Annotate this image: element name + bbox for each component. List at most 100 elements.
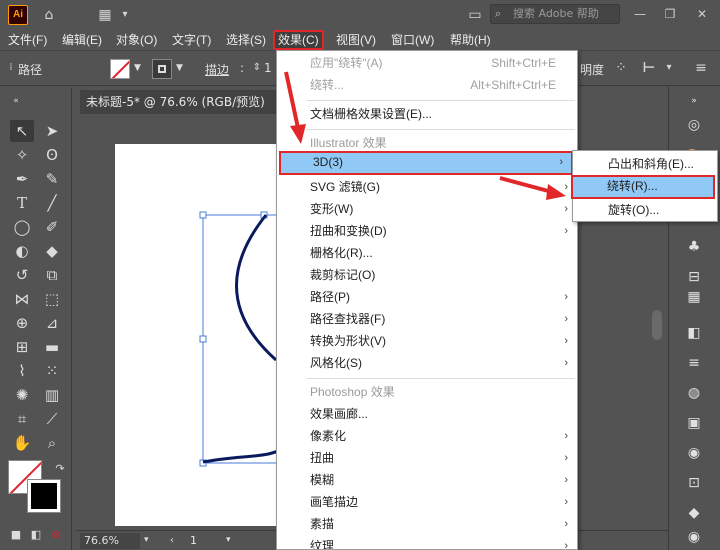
perspective-grid-tool-icon[interactable]: ⊿ (40, 312, 64, 334)
menu-stylize[interactable]: 风格化(S) › (278, 352, 576, 374)
menu-type[interactable]: 文字(T) (172, 30, 211, 50)
symbol-sprayer-tool-icon[interactable]: ✺ (10, 384, 34, 406)
pen-tool-icon[interactable]: ✒ (10, 168, 34, 190)
page-number[interactable]: 1 (190, 534, 197, 547)
menu-brush-strokes[interactable]: 画笔描边 › (278, 491, 576, 513)
layers-icon[interactable]: ▦ (683, 286, 705, 308)
menu-path[interactable]: 路径(P) › (278, 286, 576, 308)
zoom-field[interactable]: 76.6% (80, 533, 140, 549)
menu-help[interactable]: 帮助(H) (450, 30, 491, 50)
menu-extrude-bevel[interactable]: 凸出和斜角(E)... (574, 153, 716, 175)
blend-tool-icon[interactable]: ⁙ (40, 360, 64, 382)
artboards-icon[interactable]: ◉ (683, 526, 705, 548)
selection-tool-icon[interactable]: ↖ (10, 120, 34, 142)
chevron-down-icon[interactable]: ▾ (144, 535, 154, 545)
direct-selection-tool-icon[interactable]: ➤ (40, 120, 64, 142)
stack-icon[interactable]: ◆ (683, 502, 705, 524)
menu-svg-filters[interactable]: SVG 滤镜(G) › (278, 176, 576, 198)
menu-convert-to-shape[interactable]: 转换为形状(V) › (278, 330, 576, 352)
free-transform-tool-icon[interactable]: ⬚ (40, 288, 64, 310)
transform-icon[interactable]: ⊢ (640, 59, 658, 77)
restore-button[interactable]: ❐ (660, 4, 680, 24)
color-guide-icon[interactable]: ◎ (683, 114, 705, 136)
export-icon[interactable]: ⊡ (683, 472, 705, 494)
lasso-tool-icon[interactable]: ʘ (40, 144, 64, 166)
chevron-down-icon[interactable]: ▾ (116, 6, 134, 24)
hand-tool-icon[interactable]: ✋ (10, 432, 34, 454)
shaper-tool-icon[interactable]: ◐ (10, 240, 34, 262)
line-tool-icon[interactable]: ╱ (40, 192, 64, 214)
menu-sketch[interactable]: 素描 › (278, 513, 576, 535)
eyedropper-tool-icon[interactable]: ⌇ (10, 360, 34, 382)
document-tab[interactable]: 未标题-5* @ 76.6% (RGB/预览) (80, 90, 280, 114)
stroke-swatch[interactable] (27, 479, 61, 513)
menu-warp[interactable]: 变形(W) › (278, 198, 576, 220)
menu-document-raster-settings[interactable]: 文档栅格效果设置(E)... (278, 103, 576, 125)
align-icon[interactable]: ⁘ (612, 59, 630, 77)
appearance-icon[interactable]: ▣ (683, 412, 705, 434)
opacity-label[interactable]: 明度 (580, 61, 604, 78)
graphic-styles-icon[interactable]: ⊟ (683, 266, 705, 288)
menu-texture[interactable]: 纹理 › (278, 535, 576, 549)
transparency-icon[interactable]: ◍ (683, 382, 705, 404)
zoom-tool-icon[interactable]: ⌕ (40, 432, 64, 454)
eraser-tool-icon[interactable]: ◆ (40, 240, 64, 262)
chevron-down-icon[interactable]: ▾ (660, 59, 678, 77)
collapse-icon[interactable]: » (683, 90, 705, 112)
menu-crop-marks[interactable]: 裁剪标记(O) (278, 264, 576, 286)
collapse-icon[interactable]: « (4, 90, 28, 112)
stroke-color-swatch[interactable] (152, 59, 172, 79)
menu-select[interactable]: 选择(S) (226, 30, 266, 50)
curvature-tool-icon[interactable]: ✎ (40, 168, 64, 190)
chevron-down-icon[interactable]: ▼ (176, 63, 186, 73)
chevron-down-icon[interactable]: ▼ (134, 63, 144, 73)
paintbrush-tool-icon[interactable]: ✐ (40, 216, 64, 238)
workspace-layout-icon[interactable]: ▦ (96, 6, 114, 24)
ellipse-tool-icon[interactable]: ◯ (10, 216, 34, 238)
rotate-tool-icon[interactable]: ↺ (10, 264, 34, 286)
menu-blur[interactable]: 模糊 › (278, 469, 576, 491)
menu-3d[interactable]: 3D(3) › (279, 151, 573, 175)
shape-builder-tool-icon[interactable]: ⊕ (10, 312, 34, 334)
symbols-icon[interactable]: ♣ (683, 236, 705, 258)
arrange-documents-icon[interactable]: ▭ (466, 6, 484, 24)
close-button[interactable]: ✕ (692, 4, 712, 24)
home-icon[interactable]: ⌂ (40, 6, 58, 24)
mesh-tool-icon[interactable]: ⊞ (10, 336, 34, 358)
menu-pixelate[interactable]: 像素化 › (278, 425, 576, 447)
scale-tool-icon[interactable]: ⧉ (40, 264, 64, 286)
navigator-icon[interactable]: ◉ (683, 442, 705, 464)
none-mode-icon[interactable]: ⊘ (44, 524, 68, 546)
menu-distort[interactable]: 扭曲 › (278, 447, 576, 469)
artboard-tool-icon[interactable]: ⌗ (10, 408, 34, 430)
stroke-weight-value[interactable]: 1 (264, 61, 272, 75)
chevron-down-icon[interactable]: ▾ (226, 535, 236, 545)
menu-last-effect[interactable]: 绕转... Alt+Shift+Ctrl+E (278, 74, 576, 96)
gradient-tool-icon[interactable]: ▬ (40, 336, 64, 358)
menu-effect[interactable]: 效果(C) (273, 30, 324, 50)
column-graph-tool-icon[interactable]: ▥ (40, 384, 64, 406)
previous-page-icon[interactable]: ‹ (160, 530, 184, 550)
menu-distort-transform[interactable]: 扭曲和变换(D) › (278, 220, 576, 242)
minimize-button[interactable]: — (630, 4, 650, 24)
menu-apply-last-effect[interactable]: 应用"绕转"(A) Shift+Ctrl+E (278, 52, 576, 74)
menu-view[interactable]: 视图(V) (336, 30, 376, 50)
stroke-icon[interactable]: ≡ (683, 352, 705, 374)
menu-window[interactable]: 窗口(W) (391, 30, 434, 50)
menu-rasterize[interactable]: 栅格化(R)... (278, 242, 576, 264)
menu-revolve[interactable]: 绕转(R)... (571, 175, 715, 199)
selected-path-shape[interactable] (190, 200, 290, 480)
menu-object[interactable]: 对象(O) (116, 30, 157, 50)
menu-edit[interactable]: 编辑(E) (62, 30, 102, 50)
swap-colors-icon[interactable]: ↷ (48, 458, 72, 480)
menu-pathfinder[interactable]: 路径查找器(F) › (278, 308, 576, 330)
fill-color-swatch[interactable] (110, 59, 130, 79)
menu-file[interactable]: 文件(F) (8, 30, 47, 50)
vertical-scrollbar[interactable] (652, 310, 662, 340)
menu-rotate[interactable]: 旋转(O)... (574, 199, 716, 221)
type-tool-icon[interactable]: T (10, 192, 34, 214)
stroke-label[interactable]: 描边 (205, 61, 229, 78)
gradient-icon[interactable]: ◧ (683, 322, 705, 344)
menu-effect-gallery[interactable]: 效果画廊... (278, 403, 576, 425)
help-search-input[interactable]: ⌕ 搜索 Adobe 帮助 (490, 4, 620, 24)
